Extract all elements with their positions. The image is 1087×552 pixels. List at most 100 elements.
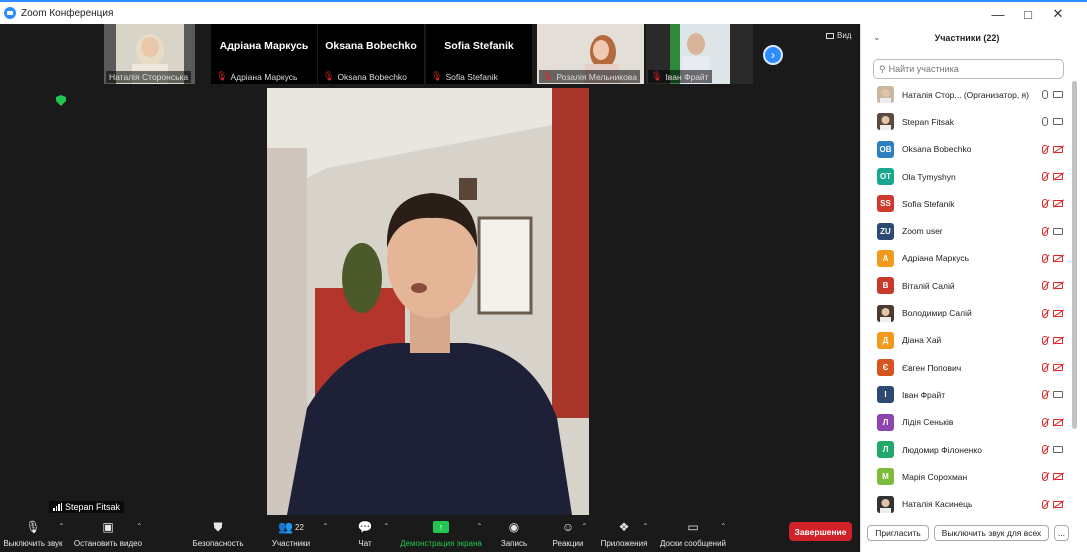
thumbnail-participant[interactable]: 🎙 Розалія Мельникова bbox=[537, 24, 644, 84]
chat-button[interactable]: 💬 Чат bbox=[350, 518, 380, 548]
participant-row[interactable]: SS Sofia Stefanik bbox=[861, 190, 1072, 217]
microphone-muted-icon[interactable] bbox=[1042, 144, 1048, 154]
search-input[interactable] bbox=[888, 64, 1059, 74]
camera-icon[interactable] bbox=[1053, 118, 1063, 126]
thumbnail-caption: 🎙 Розалія Мельникова bbox=[539, 70, 640, 83]
camera-icon[interactable] bbox=[1053, 391, 1063, 399]
participant-row[interactable]: Л Людомир Філоненко bbox=[861, 436, 1072, 463]
participant-status-icons bbox=[1042, 226, 1063, 236]
camera-off-icon[interactable] bbox=[1053, 364, 1063, 372]
participant-status-icons bbox=[1042, 253, 1063, 263]
active-speaker-video bbox=[267, 88, 589, 515]
camera-off-icon[interactable] bbox=[1053, 282, 1063, 290]
mic-muted-icon: 🎙 bbox=[431, 71, 443, 81]
microphone-muted-icon[interactable] bbox=[1042, 390, 1048, 400]
participant-row[interactable]: ZU Zoom user bbox=[861, 217, 1072, 244]
microphone-icon[interactable] bbox=[1042, 117, 1048, 127]
camera-off-icon[interactable] bbox=[1053, 200, 1063, 208]
microphone-icon[interactable] bbox=[1042, 90, 1048, 100]
participant-row[interactable]: OT Ola Tymyshyn bbox=[861, 163, 1072, 190]
participant-row[interactable]: Володимир Салій bbox=[861, 299, 1072, 326]
share-options-caret[interactable]: ⌃ bbox=[476, 522, 483, 531]
end-meeting-button[interactable]: Завершение bbox=[789, 522, 852, 541]
mute-all-button[interactable]: Выключить звук для всех bbox=[934, 525, 1049, 541]
microphone-muted-icon[interactable] bbox=[1042, 308, 1048, 318]
camera-off-icon[interactable] bbox=[1053, 500, 1063, 508]
zoom-logo-icon bbox=[4, 7, 16, 19]
apps-options-caret[interactable]: ⌃ bbox=[642, 522, 649, 531]
whiteboards-button[interactable]: ▭ Доски сообщений bbox=[657, 518, 729, 548]
microphone-muted-icon[interactable] bbox=[1042, 499, 1048, 509]
participant-row[interactable]: OB Oksana Bobechko bbox=[861, 136, 1072, 163]
microphone-muted-icon[interactable] bbox=[1042, 472, 1048, 482]
signal-icon bbox=[53, 503, 62, 511]
microphone-muted-icon[interactable] bbox=[1042, 253, 1048, 263]
minimize-button[interactable]: — bbox=[983, 4, 1013, 24]
participant-search[interactable]: ⚲ bbox=[873, 59, 1064, 79]
thumbnail-participant[interactable]: Oksana Bobechko 🎙 Oksana Bobechko bbox=[318, 24, 424, 84]
thumbnail-participant[interactable]: Адріана Маркусь 🎙 Адріана Маркусь bbox=[211, 24, 317, 84]
microphone-muted-icon[interactable] bbox=[1042, 417, 1048, 427]
chat-icon: 💬 bbox=[357, 520, 373, 534]
thumbnail-participant[interactable]: 🎙 Іван Фрайт bbox=[646, 24, 753, 84]
participants-options-caret[interactable]: ⌃ bbox=[322, 522, 329, 531]
microphone-muted-icon[interactable] bbox=[1042, 363, 1048, 373]
reactions-options-caret[interactable]: ⌃ bbox=[581, 522, 588, 531]
microphone-muted-icon[interactable] bbox=[1042, 199, 1048, 209]
avatar: В bbox=[877, 277, 894, 295]
mute-options-caret[interactable]: ⌃ bbox=[58, 522, 65, 531]
panel-title: Участники (22) bbox=[934, 33, 1000, 43]
camera-icon[interactable] bbox=[1053, 446, 1063, 453]
view-button[interactable]: Вид bbox=[826, 31, 851, 40]
microphone-muted-icon[interactable] bbox=[1042, 226, 1048, 236]
participant-row[interactable]: Д Діана Хай bbox=[861, 327, 1072, 354]
camera-off-icon[interactable] bbox=[1053, 418, 1063, 426]
speaker-name-label: Stepan Fitsak bbox=[49, 501, 125, 513]
security-button[interactable]: ⛊ Безопасность bbox=[188, 518, 248, 549]
share-screen-button[interactable]: ↑ Демонстрация экрана bbox=[398, 518, 484, 548]
invite-button[interactable]: Пригласить bbox=[867, 525, 929, 541]
camera-off-icon[interactable] bbox=[1053, 473, 1063, 481]
share-screen-icon: ↑ bbox=[433, 518, 449, 536]
camera-icon[interactable] bbox=[1053, 91, 1063, 99]
avatar: І bbox=[877, 386, 894, 404]
camera-icon[interactable] bbox=[1053, 227, 1063, 235]
camera-off-icon[interactable] bbox=[1053, 254, 1063, 262]
participant-row[interactable]: Наталія Стор... (Организатор, я) bbox=[861, 81, 1072, 108]
participant-row[interactable]: Наталія Касинець bbox=[861, 490, 1072, 517]
mute-button[interactable]: 🎙 Выключить звук bbox=[3, 518, 63, 548]
thumbnail-participant[interactable]: Наталія Сторонська bbox=[104, 24, 195, 84]
record-button[interactable]: ◉ Запись bbox=[497, 518, 531, 548]
more-options-button[interactable]: ... bbox=[1054, 525, 1069, 541]
camera-off-icon[interactable] bbox=[1053, 145, 1063, 153]
camera-off-icon[interactable] bbox=[1053, 309, 1063, 317]
panel-scrollbar[interactable] bbox=[1072, 81, 1077, 429]
participants-button[interactable]: 👥 22 Участники bbox=[266, 518, 316, 548]
zoom-window: Zoom Конференция — □ ✕ Наталія Сторонськ… bbox=[0, 0, 1087, 552]
whiteboards-options-caret[interactable]: ⌃ bbox=[720, 522, 727, 531]
thumbnail-caption: 🎙 Oksana Bobechko bbox=[320, 70, 410, 83]
camera-off-icon[interactable] bbox=[1053, 173, 1063, 181]
microphone-muted-icon[interactable] bbox=[1042, 445, 1048, 454]
participant-name: Адріана Маркусь bbox=[902, 253, 970, 264]
participant-row[interactable]: А Адріана Маркусь bbox=[861, 245, 1072, 272]
close-button[interactable]: ✕ bbox=[1043, 4, 1073, 24]
participant-row[interactable]: Stepan Fitsak bbox=[861, 108, 1072, 135]
avatar: ZU bbox=[877, 222, 894, 240]
participant-row[interactable]: Є Євген Попович bbox=[861, 354, 1072, 381]
microphone-muted-icon[interactable] bbox=[1042, 335, 1048, 345]
camera-off-icon[interactable] bbox=[1053, 336, 1063, 344]
stop-video-button[interactable]: ▣ Остановить видео bbox=[72, 518, 144, 548]
next-page-button[interactable]: › bbox=[763, 45, 783, 65]
microphone-muted-icon[interactable] bbox=[1042, 281, 1048, 291]
chat-options-caret[interactable]: ⌃ bbox=[383, 522, 390, 531]
maximize-button[interactable]: □ bbox=[1013, 4, 1043, 24]
participant-row[interactable]: В Віталій Салій bbox=[861, 272, 1072, 299]
participant-row[interactable]: І Іван Фрайт bbox=[861, 381, 1072, 408]
microphone-muted-icon[interactable] bbox=[1042, 172, 1048, 182]
thumbnail-participant[interactable]: Sofia Stefanik 🎙 Sofia Stefanik bbox=[426, 24, 532, 84]
participant-row[interactable]: М Марія Сорохман bbox=[861, 463, 1072, 490]
participant-row[interactable]: Л Лідія Сеньків bbox=[861, 409, 1072, 436]
video-options-caret[interactable]: ⌃ bbox=[136, 522, 143, 531]
video-stage: Наталія Сторонська Адріана Маркусь 🎙 Адрі… bbox=[0, 24, 860, 516]
